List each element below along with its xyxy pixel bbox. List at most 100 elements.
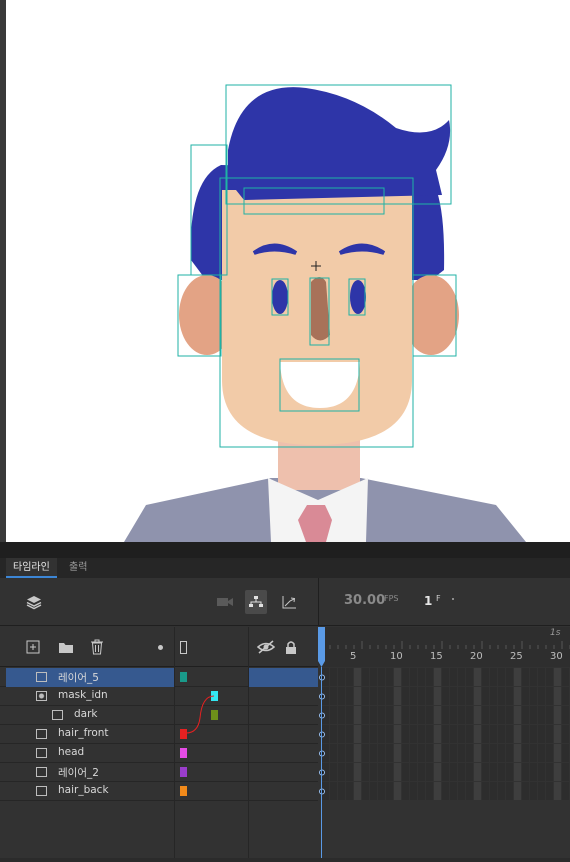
frame-cell — [490, 763, 497, 781]
layer-row[interactable]: head — [0, 744, 318, 763]
timeline-toolbar-left — [0, 578, 318, 626]
layer-name-cell[interactable]: 레이어_2 — [6, 763, 174, 782]
panel-divider[interactable] — [0, 542, 570, 558]
outline-icon[interactable] — [178, 639, 188, 655]
frame-cell — [338, 725, 345, 743]
frame-cell — [514, 725, 521, 743]
layer-name-cell[interactable]: hair_back — [6, 782, 174, 801]
layer-toggle-cell[interactable] — [249, 725, 318, 744]
camera-icon[interactable] — [216, 594, 234, 610]
frame-cell — [538, 725, 545, 743]
frame-cell — [426, 687, 433, 705]
frame-cell — [474, 725, 481, 743]
folder-icon[interactable] — [57, 639, 75, 655]
frame-cell — [474, 668, 481, 686]
tab-timeline[interactable]: 타임라인 — [6, 558, 57, 578]
dot-icon[interactable] — [156, 643, 164, 651]
frame-cell — [466, 706, 473, 724]
frame-cell — [354, 782, 361, 800]
frame-cell — [418, 687, 425, 705]
frame-cell — [434, 706, 441, 724]
frame-cell — [354, 668, 361, 686]
frame-cell — [530, 782, 537, 800]
frame-ruler[interactable]: 1s 5 10 15 20 25 30 — [318, 627, 570, 667]
trash-icon[interactable] — [89, 638, 105, 656]
layer-toggle-cell[interactable] — [249, 706, 318, 725]
frame-cell — [490, 725, 497, 743]
add-layer-icon[interactable] — [25, 639, 41, 655]
ruler-label-20: 20 — [470, 651, 483, 662]
layer-name-cell[interactable]: hair_front — [6, 725, 174, 744]
frame-cell — [362, 782, 369, 800]
layer-color-swatch[interactable] — [180, 786, 187, 796]
layer-name[interactable]: dark — [74, 708, 98, 720]
layer-toggle-cell[interactable] — [249, 763, 318, 782]
layer-row[interactable]: mask_idn — [0, 687, 318, 706]
layer-row[interactable]: 레이어_2 — [0, 763, 318, 782]
frame-cell — [522, 687, 529, 705]
current-frame[interactable]: 1 — [424, 594, 432, 608]
frame-cell — [538, 668, 545, 686]
lock-icon[interactable] — [284, 638, 298, 656]
frame-cell — [354, 687, 361, 705]
parenting-link[interactable] — [180, 678, 240, 738]
frame-cell — [514, 763, 521, 781]
layer-toggle-cell[interactable] — [249, 687, 318, 706]
layer-row[interactable]: hair_front — [0, 725, 318, 744]
layer-name[interactable]: 레이어_2 — [58, 765, 99, 780]
frame-cell — [378, 725, 385, 743]
layer-toggle-cell[interactable] — [249, 668, 318, 687]
layer-color-swatch[interactable] — [180, 767, 187, 777]
layer-row[interactable]: 레이어_5 — [0, 668, 318, 687]
layer-color-swatch[interactable] — [180, 748, 187, 758]
frame-cell — [498, 763, 505, 781]
layer-name-cell[interactable]: head — [6, 744, 174, 763]
frame-cell — [426, 725, 433, 743]
layer-row[interactable]: hair_back — [0, 782, 318, 801]
layer-name[interactable]: 레이어_5 — [58, 670, 99, 685]
layer-name-cell[interactable]: 레이어_5 — [6, 668, 174, 687]
frame-cell — [554, 744, 561, 762]
layer-icon — [36, 767, 47, 777]
layer-name[interactable]: hair_back — [58, 784, 109, 796]
layer-name-cell[interactable]: dark — [6, 706, 174, 725]
layer-icon — [36, 786, 47, 796]
frame-cell — [514, 706, 521, 724]
layer-toggle-cell[interactable] — [249, 782, 318, 801]
frame-cell — [490, 706, 497, 724]
frame-cell — [370, 725, 377, 743]
tab-output[interactable]: 출력 — [62, 558, 94, 578]
frame-cell — [522, 763, 529, 781]
frame-cell — [530, 763, 537, 781]
frame-cell — [338, 668, 345, 686]
layer-row[interactable]: dark — [0, 706, 318, 725]
frame-cell — [410, 706, 417, 724]
layer-name-cell[interactable]: mask_idn — [6, 687, 174, 706]
fps-value[interactable]: 30.00 — [344, 593, 385, 608]
canvas[interactable] — [6, 0, 570, 542]
frame-cell — [538, 763, 545, 781]
ease-graph-icon[interactable] — [280, 593, 298, 611]
layers-icon[interactable] — [25, 593, 43, 611]
frame-cell — [538, 706, 545, 724]
frame-cell — [434, 782, 441, 800]
frame-cell — [522, 725, 529, 743]
character-artwork[interactable] — [6, 0, 570, 542]
eye-hidden-icon[interactable] — [256, 639, 276, 655]
frame-cell — [482, 687, 489, 705]
frame-cell — [514, 687, 521, 705]
frame-cells[interactable] — [318, 668, 570, 858]
playhead[interactable] — [318, 627, 325, 667]
frames-grid[interactable] — [318, 668, 570, 858]
layer-name[interactable]: mask_idn — [58, 689, 108, 701]
frame-cell — [370, 668, 377, 686]
layer-toggle-cell[interactable] — [249, 744, 318, 763]
stage-area[interactable] — [0, 0, 570, 542]
frame-cell — [498, 725, 505, 743]
layer-name[interactable]: head — [58, 746, 84, 758]
layer-name[interactable]: hair_front — [58, 727, 109, 739]
frame-cell — [506, 782, 513, 800]
hierarchy-icon[interactable] — [245, 590, 267, 614]
frame-cell — [362, 687, 369, 705]
frame-cell — [562, 706, 569, 724]
